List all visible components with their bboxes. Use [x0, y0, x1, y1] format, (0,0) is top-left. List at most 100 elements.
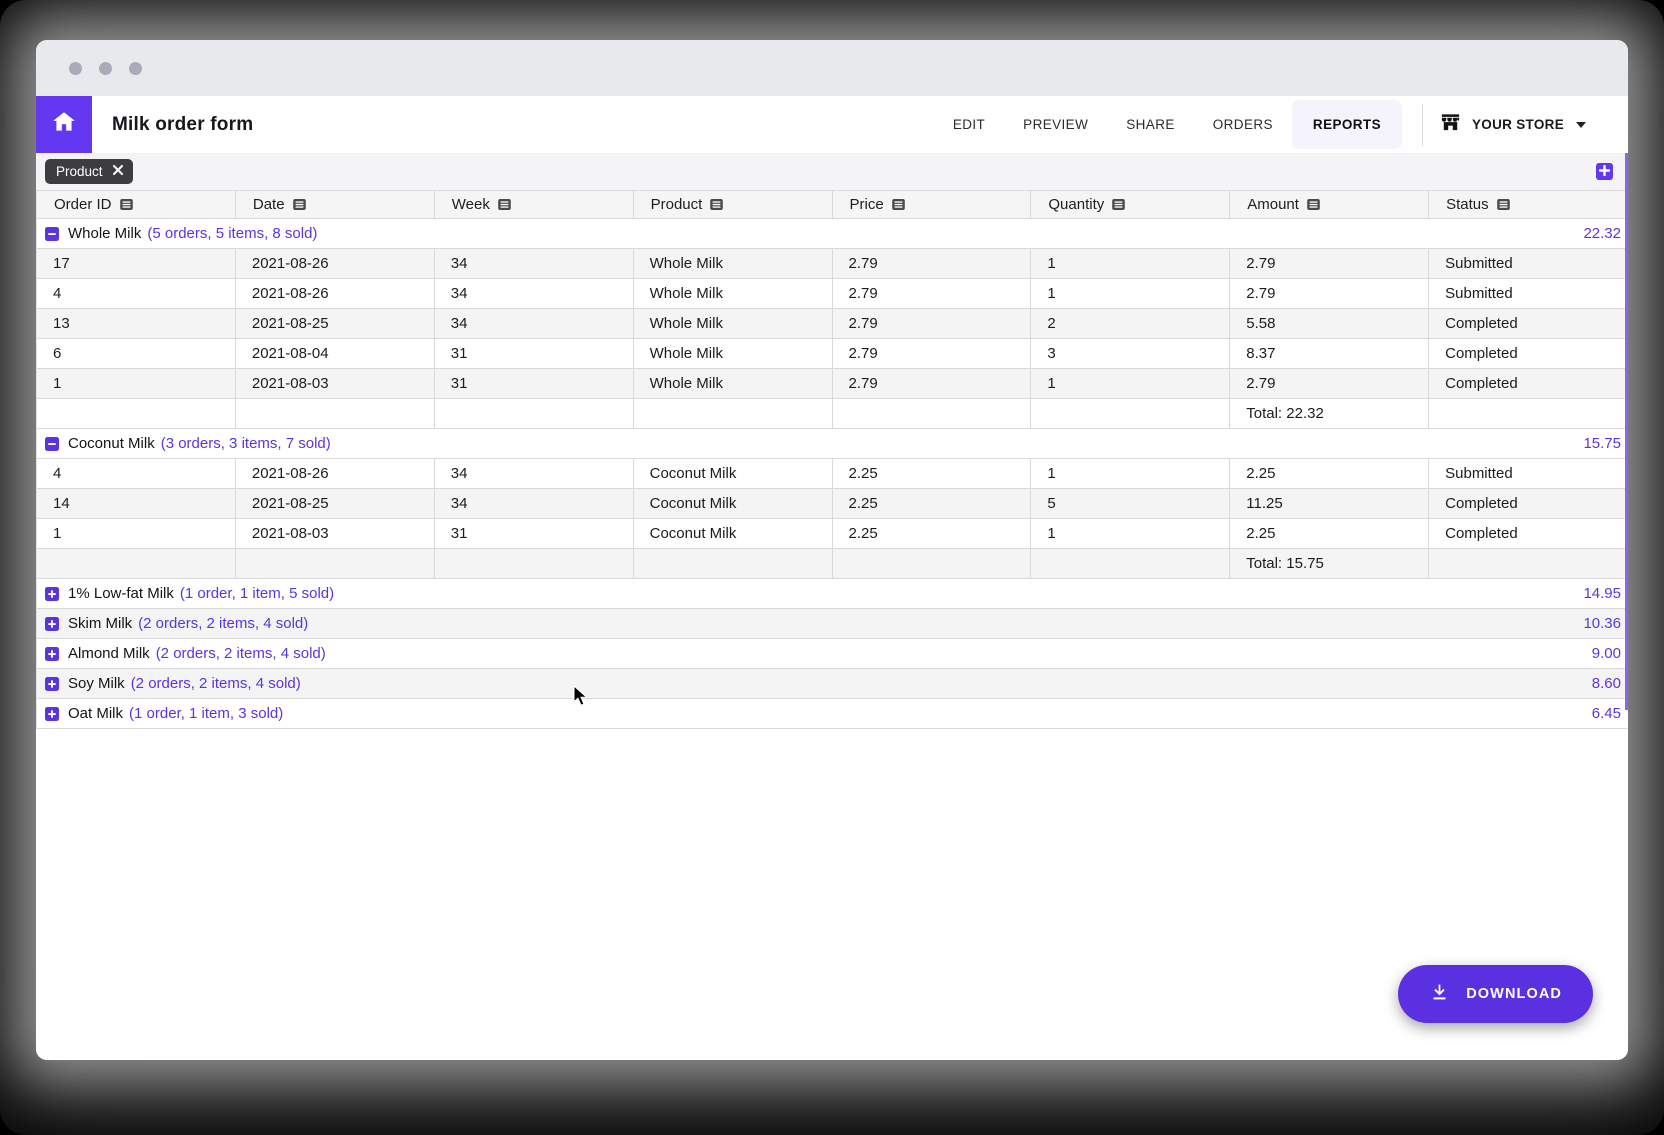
group-name: Soy Milk	[68, 675, 125, 692]
cell-total-amount: Total: 15.75	[1230, 549, 1429, 578]
cell-amount: 5.58	[1230, 309, 1429, 338]
home-icon	[51, 109, 77, 140]
group-row[interactable]: Coconut Milk(3 orders, 3 items, 7 sold)1…	[37, 429, 1628, 459]
cell-status: Submitted	[1429, 279, 1628, 308]
cell-price: 2.79	[833, 279, 1032, 308]
cell-empty	[435, 549, 634, 578]
group-row[interactable]: 1% Low-fat Milk(1 order, 1 item, 5 sold)…	[37, 579, 1628, 609]
cell-date: 2021-08-26	[236, 279, 435, 308]
nav-item-reports[interactable]: REPORTS	[1292, 100, 1402, 149]
expand-icon[interactable]	[45, 677, 59, 691]
group-total: 6.45	[1592, 705, 1621, 722]
nav-item-orders[interactable]: ORDERS	[1194, 107, 1292, 142]
cell-status: Submitted	[1429, 249, 1628, 278]
column-menu-icon[interactable]	[892, 199, 905, 210]
expand-icon[interactable]	[45, 647, 59, 661]
cell-date: 2021-08-26	[236, 459, 435, 488]
column-menu-icon[interactable]	[710, 199, 723, 210]
cell-order-id: 1	[37, 369, 236, 398]
nav-item-edit[interactable]: EDIT	[934, 107, 1004, 142]
column-header-week[interactable]: Week	[435, 191, 634, 218]
cell-empty	[1031, 399, 1230, 428]
column-header-quantity[interactable]: Quantity	[1031, 191, 1230, 218]
column-menu-icon[interactable]	[1307, 199, 1320, 210]
group-row[interactable]: Whole Milk(5 orders, 5 items, 8 sold)22.…	[37, 219, 1628, 249]
report-content: Product Order ID Date Week Product Price Quan…	[36, 153, 1628, 1060]
expand-icon[interactable]	[45, 707, 59, 721]
group-row[interactable]: Almond Milk(2 orders, 2 items, 4 sold)9.…	[37, 639, 1628, 669]
cell-amount: 2.25	[1230, 459, 1429, 488]
column-menu-icon[interactable]	[1497, 199, 1510, 210]
column-header-amount[interactable]: Amount	[1230, 191, 1429, 218]
column-menu-icon[interactable]	[498, 199, 511, 210]
group-name: Coconut Milk	[68, 435, 155, 452]
table-row: 42021-08-2634Whole Milk2.7912.79Submitte…	[37, 279, 1628, 309]
group-summary: (3 orders, 3 items, 7 sold)	[161, 435, 331, 452]
window-dot[interactable]	[129, 62, 142, 75]
cell-product: Coconut Milk	[634, 459, 833, 488]
report-grid: Order ID Date Week Product Price Quantity Amou…	[36, 190, 1628, 729]
cell-order-id: 17	[37, 249, 236, 278]
cell-amount: 8.37	[1230, 339, 1429, 368]
nav-item-preview[interactable]: PREVIEW	[1004, 107, 1107, 142]
close-icon[interactable]	[112, 164, 124, 179]
cell-order-id: 13	[37, 309, 236, 338]
cell-quantity: 2	[1031, 309, 1230, 338]
collapse-icon[interactable]	[45, 227, 59, 241]
column-menu-icon[interactable]	[120, 199, 133, 210]
cell-order-id: 14	[37, 489, 236, 518]
group-by-chip[interactable]: Product	[45, 159, 133, 184]
column-header-date[interactable]: Date	[236, 191, 435, 218]
home-button[interactable]	[36, 96, 92, 153]
cell-empty	[435, 399, 634, 428]
group-total-row: Total: 22.32	[37, 399, 1628, 429]
cell-date: 2021-08-25	[236, 309, 435, 338]
group-row[interactable]: Soy Milk(2 orders, 2 items, 4 sold)8.60	[37, 669, 1628, 699]
window-dot[interactable]	[69, 62, 82, 75]
group-row[interactable]: Skim Milk(2 orders, 2 items, 4 sold)10.3…	[37, 609, 1628, 639]
group-total: 9.00	[1592, 645, 1621, 662]
column-header-label: Quantity	[1048, 196, 1104, 213]
column-menu-icon[interactable]	[293, 199, 306, 210]
cell-empty	[833, 399, 1032, 428]
column-header-label: Product	[651, 196, 703, 213]
cell-date: 2021-08-26	[236, 249, 435, 278]
column-header-price[interactable]: Price	[833, 191, 1032, 218]
column-header-status[interactable]: Status	[1429, 191, 1628, 218]
column-header-product[interactable]: Product	[634, 191, 833, 218]
cell-order-id: 6	[37, 339, 236, 368]
nav-item-share[interactable]: SHARE	[1107, 107, 1194, 142]
cell-date: 2021-08-03	[236, 369, 435, 398]
store-menu-button[interactable]: YOUR STORE	[1439, 111, 1586, 139]
grid-header-row: Order ID Date Week Product Price Quantity Amou…	[37, 191, 1628, 219]
cell-quantity: 5	[1031, 489, 1230, 518]
download-button[interactable]: DOWNLOAD	[1398, 965, 1593, 1023]
add-column-button[interactable]	[1596, 163, 1613, 180]
column-header-label: Order ID	[54, 196, 112, 213]
cell-date: 2021-08-25	[236, 489, 435, 518]
expand-icon[interactable]	[45, 617, 59, 631]
cell-status: Completed	[1429, 369, 1628, 398]
group-row[interactable]: Oat Milk(1 order, 1 item, 3 sold)6.45	[37, 699, 1628, 729]
table-row: 42021-08-2634Coconut Milk2.2512.25Submit…	[37, 459, 1628, 489]
cell-price: 2.25	[833, 459, 1032, 488]
column-header-label: Week	[452, 196, 490, 213]
window-dot[interactable]	[99, 62, 112, 75]
screenshot-stage: Milk order form EDITPREVIEWSHAREORDERSRE…	[0, 0, 1664, 1135]
group-summary: (2 orders, 2 items, 4 sold)	[156, 645, 326, 662]
cell-product: Whole Milk	[634, 249, 833, 278]
collapse-icon[interactable]	[45, 437, 59, 451]
cell-week: 31	[435, 339, 634, 368]
cell-status: Completed	[1429, 519, 1628, 548]
cell-empty	[37, 399, 236, 428]
plus-icon	[1599, 163, 1610, 181]
cell-week: 34	[435, 249, 634, 278]
column-header-order-id[interactable]: Order ID	[37, 191, 236, 218]
cell-amount: 11.25	[1230, 489, 1429, 518]
column-header-label: Amount	[1247, 196, 1299, 213]
expand-icon[interactable]	[45, 587, 59, 601]
group-total-row: Total: 15.75	[37, 549, 1628, 579]
cell-week: 34	[435, 309, 634, 338]
column-menu-icon[interactable]	[1112, 199, 1125, 210]
group-total: 10.36	[1583, 615, 1621, 632]
